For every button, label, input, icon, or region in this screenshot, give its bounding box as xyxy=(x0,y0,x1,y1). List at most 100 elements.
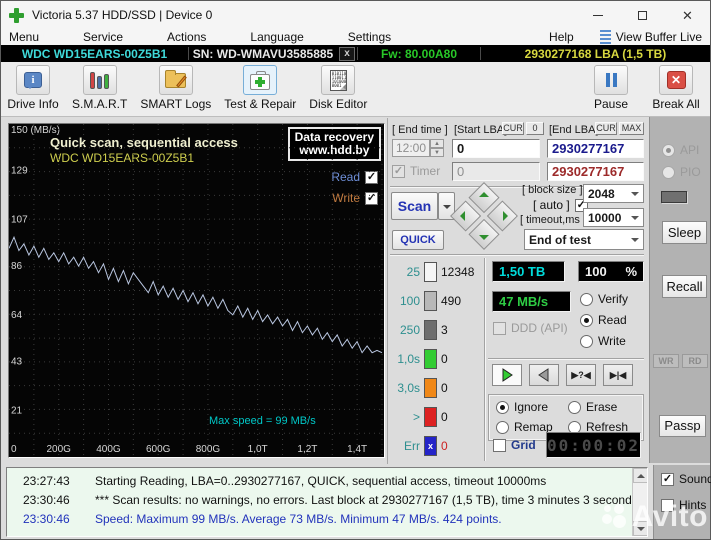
test-repair-button[interactable]: Test & Repair xyxy=(224,65,296,111)
menu-item-settings[interactable]: Settings xyxy=(348,30,391,44)
scan-errors-button[interactable]: ▶?◀ xyxy=(566,364,596,386)
gauge-color-block xyxy=(424,349,437,369)
log-scrollbar[interactable] xyxy=(632,468,647,536)
start-lba-input[interactable]: 0 xyxy=(452,139,540,158)
speed-display: 47 MB/s xyxy=(492,291,571,312)
scan-button[interactable]: Scan xyxy=(391,192,438,220)
menu-item-help[interactable]: Help xyxy=(549,30,574,44)
end-lba-input[interactable]: 2930277167 xyxy=(547,139,644,158)
quick-button[interactable]: QUICK xyxy=(392,230,444,250)
hints-checkbox-row[interactable]: Hints xyxy=(661,498,706,512)
end-time-spinner[interactable]: 12:00 ▲▼ xyxy=(392,139,444,157)
maximize-button[interactable] xyxy=(620,1,665,29)
title-bar: Victoria 5.37 HDD/SSD | Device 0 ✕ xyxy=(1,1,710,29)
auto-checkbox-row[interactable]: [ auto ] xyxy=(533,198,588,212)
drive-info-button[interactable]: iDrive Info xyxy=(7,65,59,111)
api-radio[interactable] xyxy=(662,144,675,157)
main-area: 150 (MB/s) Quick scan, sequential access… xyxy=(1,117,710,465)
close-button[interactable]: ✕ xyxy=(665,1,710,29)
sound-checkbox[interactable] xyxy=(661,473,674,486)
gauge-row-: >0 xyxy=(390,405,482,429)
write-radio[interactable] xyxy=(580,335,593,348)
log-message: *** Scan results: no warnings, no errors… xyxy=(95,493,641,507)
gauge-label: 250 xyxy=(390,323,420,337)
start-lba-zero-button[interactable]: 0 xyxy=(526,122,544,135)
s-m-a-r-t-button[interactable]: S.M.A.R.T xyxy=(72,65,127,111)
ignore-radio[interactable] xyxy=(496,401,509,414)
pio-radio-row[interactable]: PIO xyxy=(662,165,701,179)
gauge-count: 12348 xyxy=(441,265,474,279)
y-tick-label: 43 xyxy=(11,357,23,368)
remap-radio[interactable] xyxy=(496,421,509,434)
log-timestamp: 23:30:46 xyxy=(23,512,70,526)
api-radio-row[interactable]: API xyxy=(662,143,699,157)
recall-button[interactable]: Recall xyxy=(662,275,707,298)
remap-radio-row[interactable]: Remap xyxy=(496,420,553,434)
pause-button[interactable]: Pause xyxy=(585,65,637,111)
passp-button[interactable]: Passp xyxy=(659,415,706,437)
device-capacity: 2930277168 LBA (1,5 TB) xyxy=(481,47,710,61)
grid-checkbox[interactable] xyxy=(493,439,506,452)
timeout-combo[interactable]: 10000 xyxy=(583,208,644,227)
end-lba-max-button[interactable]: MAX xyxy=(619,122,644,135)
gauge-label: Err xyxy=(390,439,420,453)
x-tick-label: 1,2T xyxy=(297,444,317,455)
y-tick-label: 129 xyxy=(11,166,28,177)
timer-checkbox[interactable] xyxy=(392,165,405,178)
elapsed-time-display: 00:00:02 xyxy=(546,432,641,458)
pio-radio[interactable] xyxy=(662,166,675,179)
play-icon xyxy=(500,368,514,382)
right-side-panel: API PIO Sleep Recall WR RD Passp xyxy=(649,117,710,463)
sound-checkbox-row[interactable]: Sound xyxy=(661,472,711,486)
read-radio-row[interactable]: Read xyxy=(580,313,627,327)
erase-radio[interactable] xyxy=(568,401,581,414)
start-lba-label: [Start LBA] xyxy=(454,124,507,136)
seek-down-icon xyxy=(479,235,489,240)
read-radio[interactable] xyxy=(580,314,593,327)
sleep-button[interactable]: Sleep xyxy=(662,221,707,244)
menu-item-service[interactable]: Service xyxy=(83,30,123,44)
device-firmware: Fw: 80.00A80 xyxy=(358,47,480,61)
spin-up-icon[interactable]: ▲ xyxy=(430,139,444,148)
pause-icon xyxy=(606,73,617,87)
combo-chevron-icon xyxy=(631,216,639,224)
radio-label: Ignore xyxy=(514,400,548,414)
spin-down-icon[interactable]: ▼ xyxy=(430,148,444,157)
logs-icon xyxy=(165,73,186,88)
erase-radio-row[interactable]: Erase xyxy=(568,400,617,414)
grid-checkbox-row[interactable]: Grid xyxy=(493,438,536,452)
ddd-api-checkbox-row[interactable]: DDD (API) xyxy=(493,321,568,335)
toolbar-button-label: S.M.A.R.T xyxy=(72,97,127,111)
verify-radio[interactable] xyxy=(580,293,593,306)
menu-item-actions[interactable]: Actions xyxy=(167,30,206,44)
menu-item-menu[interactable]: Menu xyxy=(9,30,39,44)
start-button[interactable] xyxy=(492,364,522,386)
step-button[interactable]: ▶|◀ xyxy=(603,364,633,386)
timer-checkbox-row[interactable]: Timer xyxy=(392,164,440,178)
start-lba-cur-button[interactable]: CUR xyxy=(502,122,524,135)
minimize-button[interactable] xyxy=(575,1,620,29)
smart-logs-button[interactable]: SMART Logs xyxy=(140,65,211,111)
rd-button[interactable]: RD xyxy=(682,354,708,368)
device-close-button[interactable]: x xyxy=(339,47,355,61)
hints-checkbox[interactable] xyxy=(661,499,674,512)
gauge-color-block: x xyxy=(424,436,437,456)
step-icon: ▶|◀ xyxy=(610,370,626,381)
break-all-button[interactable]: ✕ Break All xyxy=(650,65,702,111)
ignore-radio-row[interactable]: Ignore xyxy=(496,400,548,414)
ddd-api-checkbox[interactable] xyxy=(493,322,506,335)
verify-radio-row[interactable]: Verify xyxy=(580,292,628,306)
end-of-test-combo[interactable]: End of test xyxy=(524,229,644,250)
toolbar: iDrive Info S.M.A.R.T SMART Logs Test & Rep… xyxy=(1,62,710,117)
end-lba-cur-button[interactable]: CUR xyxy=(595,122,617,135)
block-size-combo[interactable]: 2048 xyxy=(583,184,644,203)
wr-button[interactable]: WR xyxy=(653,354,679,368)
scroll-down-button[interactable] xyxy=(633,521,648,536)
view-buffer-live-button[interactable]: View Buffer Live xyxy=(600,30,702,44)
buffer-list-icon xyxy=(600,30,611,44)
write-radio-row[interactable]: Write xyxy=(580,334,626,348)
back-button[interactable] xyxy=(529,364,559,386)
menu-item-language[interactable]: Language xyxy=(250,30,303,44)
scroll-up-button[interactable] xyxy=(633,468,648,483)
disk-editor-button[interactable]: 010110 110011 101000 0001Disk Editor xyxy=(309,65,367,111)
